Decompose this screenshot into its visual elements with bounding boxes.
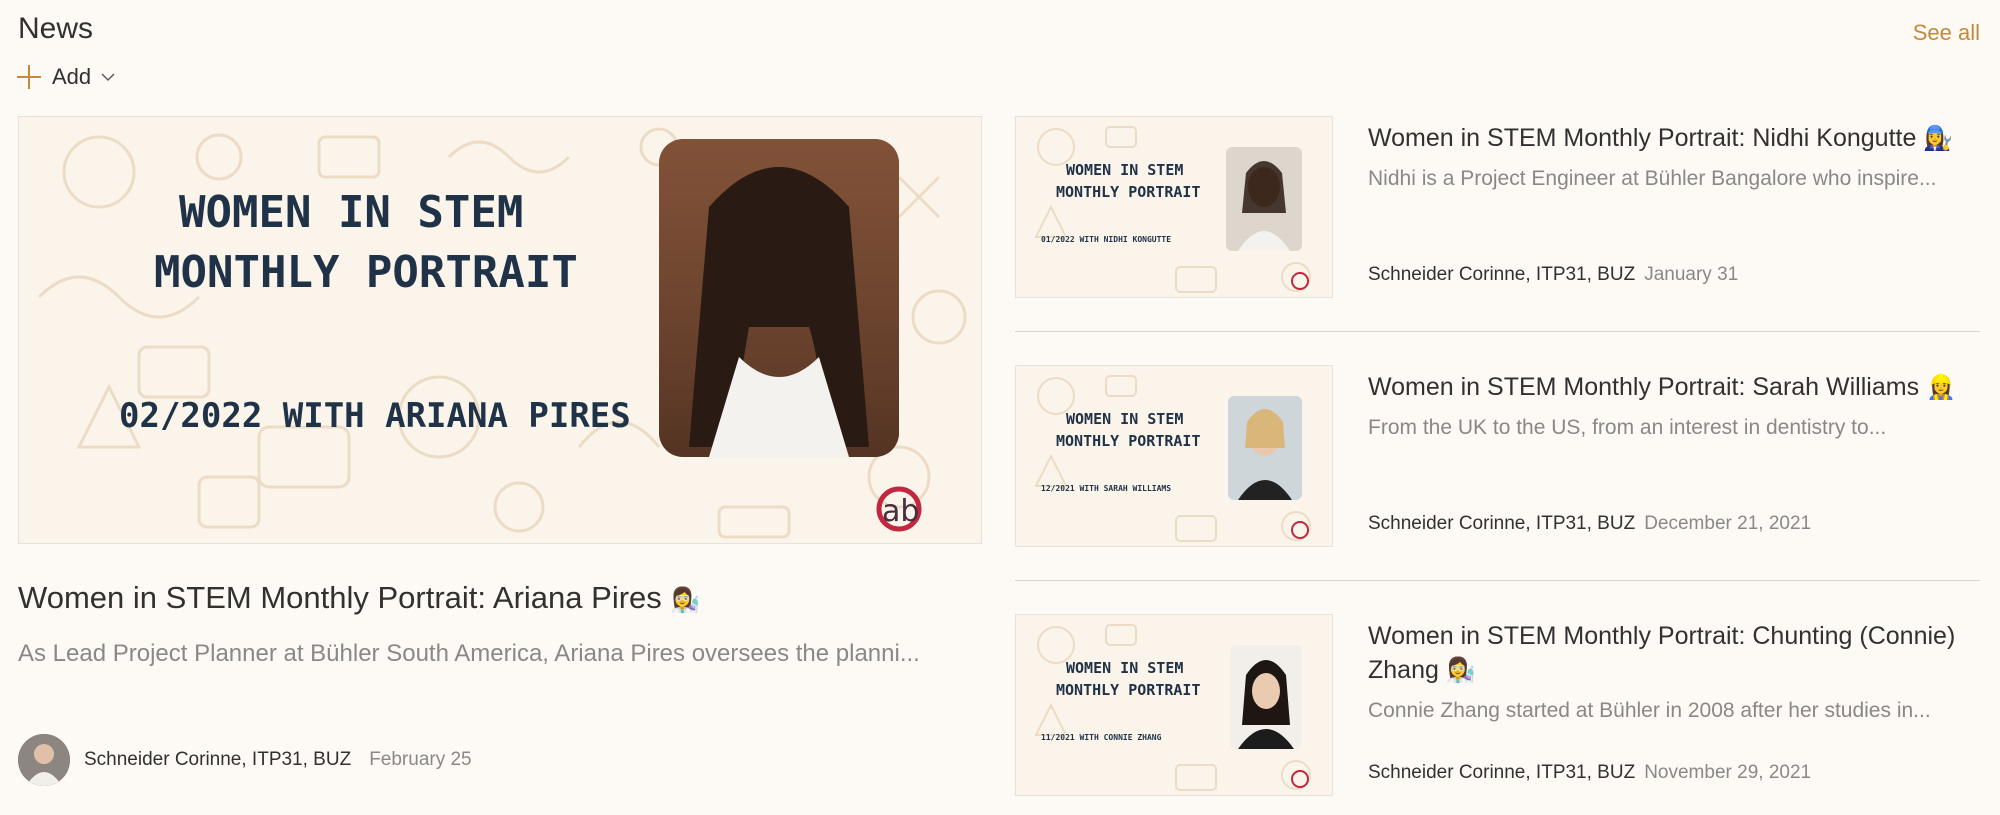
emoji-icon: 👩‍🔬 xyxy=(1445,656,1476,684)
hero-image-line2: MONTHLY PORTRAIT xyxy=(154,247,578,298)
emoji-icon: 👩‍🔧 xyxy=(1923,124,1954,152)
portrait-photo xyxy=(1226,147,1302,251)
thumb-line3: 01/2022 WITH NIDHI KONGUTTE xyxy=(1041,235,1171,244)
publish-date: December 21, 2021 xyxy=(1644,513,1812,534)
card-meta: Schneider Corinne, ITP31, BUZ November 2… xyxy=(1368,762,1811,784)
card-thumbnail: WOMEN IN STEM MONTHLY PORTRAIT 12/2021 W… xyxy=(1015,365,1333,547)
publish-date: November 29, 2021 xyxy=(1644,762,1812,783)
news-card[interactable]: WOMEN IN STEM MONTHLY PORTRAIT 12/2021 W… xyxy=(1015,365,1980,555)
hero-banner-graphic: WOMEN IN STEM MONTHLY PORTRAIT 02/2022 W… xyxy=(37,127,967,539)
emoji-icon: 👷‍♀️ xyxy=(1926,373,1956,401)
card-meta: Schneider Corinne, ITP31, BUZ December 2… xyxy=(1368,513,1811,535)
card-description: Nidhi is a Project Engineer at Bühler Ba… xyxy=(1368,167,1937,190)
hero-title-text: Women in STEM Monthly Portrait: Ariana P… xyxy=(18,580,662,615)
chevron-down-icon xyxy=(101,73,115,82)
news-header: News See all xyxy=(18,8,1980,48)
author-name: Schneider Corinne, ITP31, BUZ xyxy=(1368,762,1636,783)
portrait-photo xyxy=(1230,645,1302,749)
thumbnail-graphic: WOMEN IN STEM MONTHLY PORTRAIT 11/2021 W… xyxy=(1034,624,1311,791)
thumb-line1: WOMEN IN STEM xyxy=(1066,659,1183,677)
see-all-link[interactable]: See all xyxy=(1913,20,1980,46)
hero-title[interactable]: Women in STEM Monthly Portrait: Ariana P… xyxy=(18,580,700,616)
thumbnail-graphic: WOMEN IN STEM MONTHLY PORTRAIT 01/2022 W… xyxy=(1034,126,1311,293)
scientist-emoji-icon: 👩‍🔬 xyxy=(670,586,701,614)
logo-text: ab xyxy=(882,494,919,529)
add-label: Add xyxy=(52,64,92,89)
portrait-photo xyxy=(1228,396,1302,500)
hero-image-line1: WOMEN IN STEM xyxy=(179,187,523,238)
thumb-line2: MONTHLY PORTRAIT xyxy=(1056,432,1201,450)
news-card[interactable]: WOMEN IN STEM MONTHLY PORTRAIT 11/2021 W… xyxy=(1015,614,1980,804)
thumb-line1: WOMEN IN STEM xyxy=(1066,161,1183,179)
logo: ab xyxy=(876,486,922,532)
thumb-line2: MONTHLY PORTRAIT xyxy=(1056,681,1201,699)
thumb-line1: WOMEN IN STEM xyxy=(1066,410,1183,428)
card-thumbnail: WOMEN IN STEM MONTHLY PORTRAIT 01/2022 W… xyxy=(1015,116,1333,298)
thumbnail-graphic: WOMEN IN STEM MONTHLY PORTRAIT 12/2021 W… xyxy=(1034,375,1311,542)
card-meta: Schneider Corinne, ITP31, BUZ January 31 xyxy=(1368,264,1738,286)
card-description: From the UK to the US, from an interest … xyxy=(1368,416,1887,439)
hero-description: As Lead Project Planner at Bühler South … xyxy=(18,640,920,667)
section-title: News xyxy=(18,12,94,45)
card-title[interactable]: Women in STEM Monthly Portrait: Chunting… xyxy=(1368,619,1978,687)
add-button[interactable]: Add xyxy=(16,60,115,94)
hero-meta: Schneider Corinne, ITP31, BUZ February 2… xyxy=(18,734,472,786)
plus-icon xyxy=(16,64,42,90)
card-thumbnail: WOMEN IN STEM MONTHLY PORTRAIT 11/2021 W… xyxy=(1015,614,1333,796)
thumb-line3: 11/2021 WITH CONNIE ZHANG xyxy=(1041,733,1162,742)
author-name: Schneider Corinne, ITP31, BUZ xyxy=(84,749,352,770)
card-title-text: Women in STEM Monthly Portrait: Sarah Wi… xyxy=(1368,373,1920,401)
card-text: Women in STEM Monthly Portrait: Chunting… xyxy=(1368,619,1978,723)
hero-image-line3: 02/2022 WITH ARIANA PIRES xyxy=(119,396,631,436)
card-description: Connie Zhang started at Bühler in 2008 a… xyxy=(1368,699,1931,722)
card-text: Women in STEM Monthly Portrait: Sarah Wi… xyxy=(1368,370,1978,440)
avatar[interactable] xyxy=(18,734,70,786)
card-title[interactable]: Women in STEM Monthly Portrait: Sarah Wi… xyxy=(1368,370,1978,404)
card-title-text: Women in STEM Monthly Portrait: Nidhi Ko… xyxy=(1368,124,1917,152)
thumb-line3: 12/2021 WITH SARAH WILLIAMS xyxy=(1041,484,1171,493)
news-card[interactable]: WOMEN IN STEM MONTHLY PORTRAIT 01/2022 W… xyxy=(1015,116,1980,306)
hero-image[interactable]: WOMEN IN STEM MONTHLY PORTRAIT 02/2022 W… xyxy=(18,116,982,544)
author-name: Schneider Corinne, ITP31, BUZ xyxy=(1368,513,1636,534)
avatar-image xyxy=(18,734,70,786)
card-title[interactable]: Women in STEM Monthly Portrait: Nidhi Ko… xyxy=(1368,121,1978,155)
card-text: Women in STEM Monthly Portrait: Nidhi Ko… xyxy=(1368,121,1978,191)
author-name: Schneider Corinne, ITP31, BUZ xyxy=(1368,264,1636,285)
hero-portrait-photo xyxy=(659,139,899,457)
divider xyxy=(1015,331,1980,332)
publish-date: February 25 xyxy=(369,749,472,770)
divider xyxy=(1015,580,1980,581)
thumb-line2: MONTHLY PORTRAIT xyxy=(1056,183,1201,201)
publish-date: January 31 xyxy=(1644,264,1739,285)
